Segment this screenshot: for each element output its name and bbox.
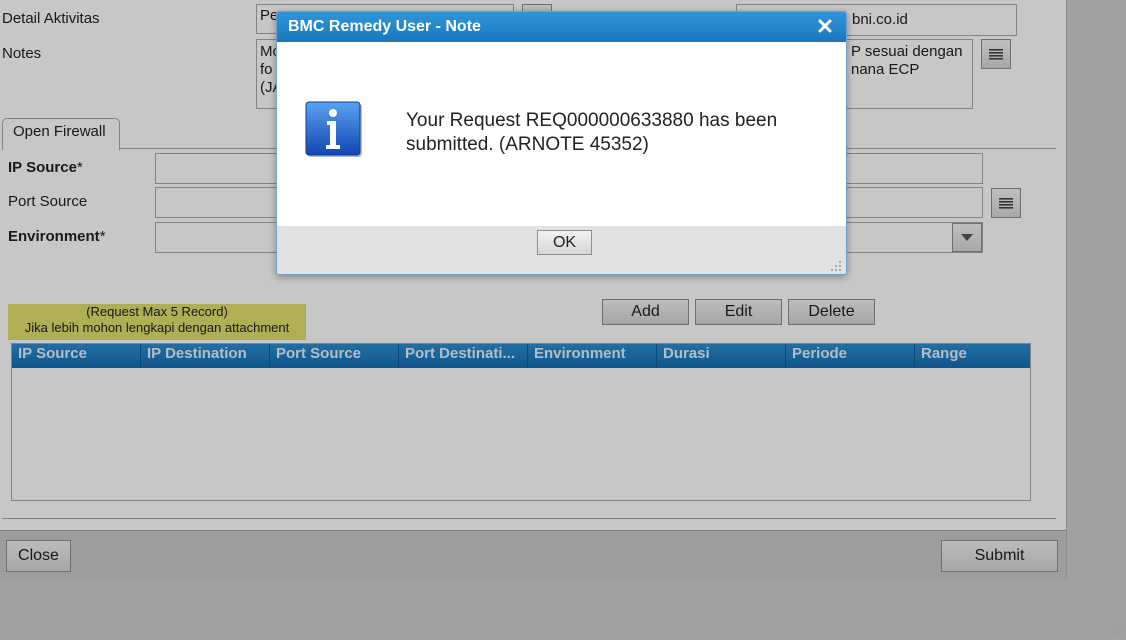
dialog-body: Your Request REQ000000633880 has been su… xyxy=(277,42,846,226)
dialog-title-bar[interactable]: BMC Remedy User - Note xyxy=(277,12,846,42)
resize-grip-icon[interactable] xyxy=(1110,622,1124,636)
dialog-close-button[interactable] xyxy=(814,15,836,37)
dialog-title: BMC Remedy User - Note xyxy=(288,18,481,35)
info-icon xyxy=(305,101,362,157)
resize-grip-icon[interactable] xyxy=(830,259,842,271)
dialog-footer: OK xyxy=(277,226,846,274)
dialog-message: Your Request REQ000000633880 has been su… xyxy=(406,110,778,155)
note-dialog: BMC Remedy User - Note Your Request REQ0… xyxy=(276,11,847,275)
ok-button[interactable]: OK xyxy=(537,230,592,255)
close-icon xyxy=(818,19,832,33)
